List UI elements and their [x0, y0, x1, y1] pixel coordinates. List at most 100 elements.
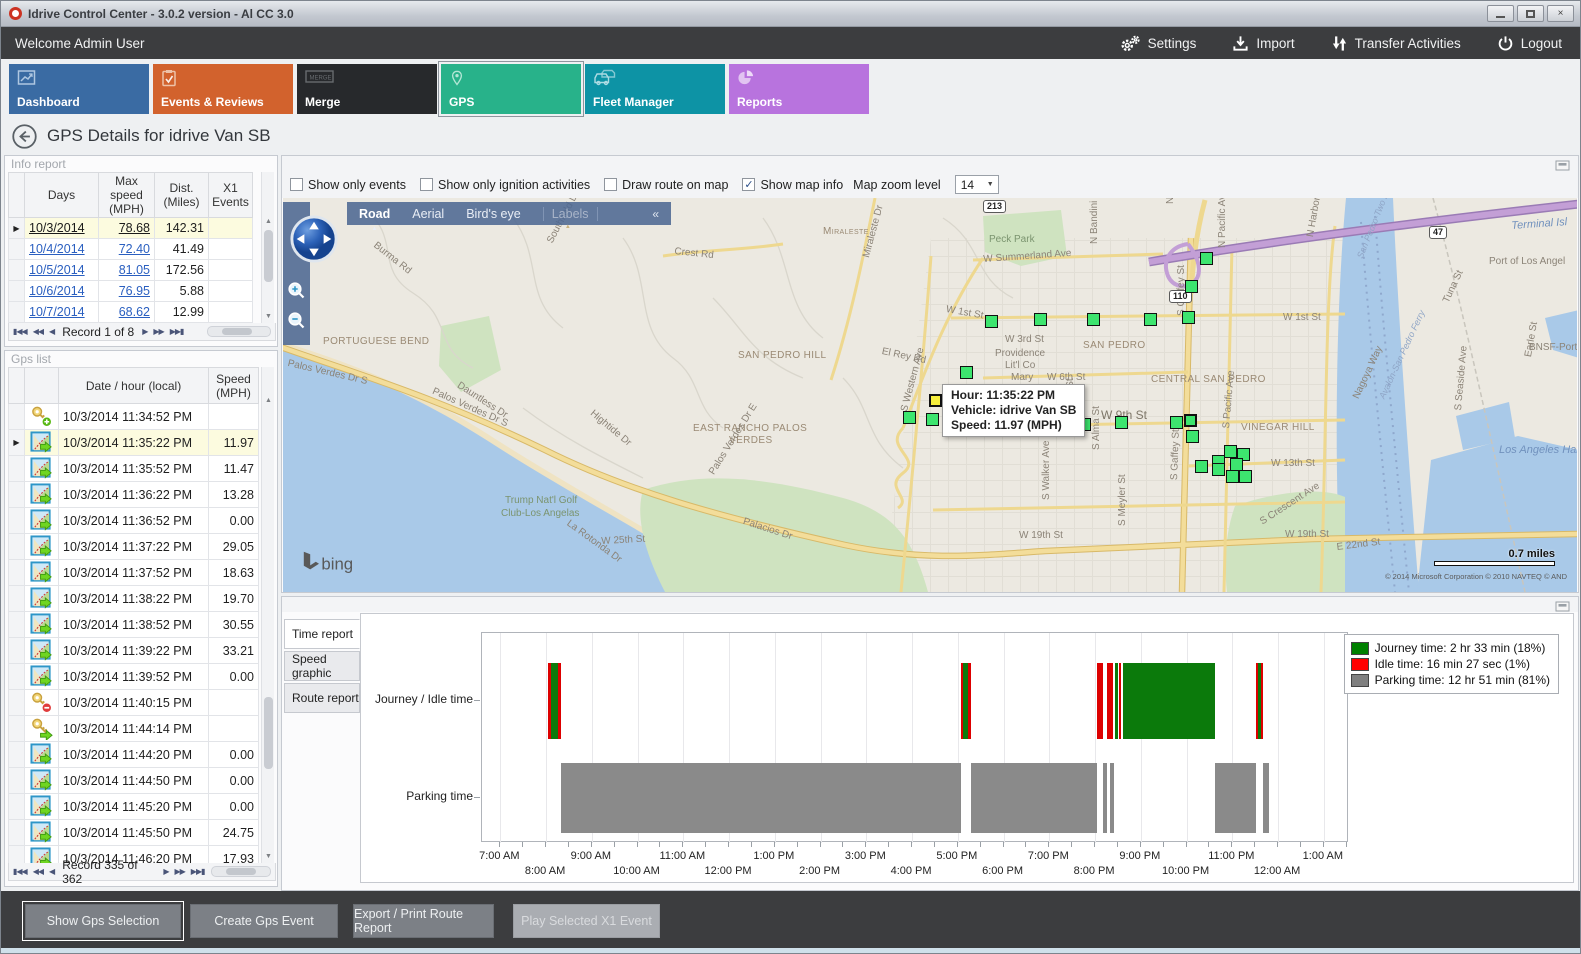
gps-marker[interactable]	[985, 315, 998, 328]
nav-tile[interactable]: Events & Reviews	[153, 64, 293, 114]
nav-tile[interactable]: Reports	[729, 64, 869, 114]
gps-marker[interactable]	[903, 411, 916, 424]
top-action-button[interactable]: Import	[1232, 35, 1294, 52]
col-datetime[interactable]: Date / hour (local)	[59, 368, 209, 404]
gps-list-row[interactable]: 10/3/2014 11:38:52 PM 30.55	[9, 612, 259, 638]
gps-marker[interactable]	[1087, 313, 1100, 326]
gps-list-row[interactable]: 10/3/2014 11:39:52 PM 0.00	[9, 664, 259, 690]
zoom-in-button[interactable]	[286, 280, 307, 301]
gps-list-row[interactable]: 10/3/2014 11:37:22 PM 29.05	[9, 534, 259, 560]
info-report-row[interactable]: 10/5/2014 81.05 172.56	[9, 260, 253, 281]
gps-marker[interactable]	[1212, 463, 1225, 476]
info-report-row[interactable]: 10/6/2014 76.95 5.88	[9, 281, 253, 302]
col-speed[interactable]: Speed (MPH)	[209, 368, 259, 404]
checkbox-box[interactable]	[290, 178, 303, 191]
gps-marker[interactable]	[1034, 313, 1047, 326]
gps-list-hscrollbar[interactable]	[211, 866, 271, 877]
gps-marker[interactable]	[1184, 414, 1197, 427]
gps-marker[interactable]	[1195, 460, 1208, 473]
day-link[interactable]: 10/4/2014	[29, 242, 85, 256]
gps-marker[interactable]	[1144, 313, 1157, 326]
gps-list-row[interactable]: 10/3/2014 11:39:22 PM 33.21	[9, 638, 259, 664]
close-button[interactable]: ×	[1547, 5, 1574, 22]
gps-marker[interactable]	[1170, 416, 1183, 429]
gps-marker[interactable]	[1182, 311, 1195, 324]
day-link[interactable]: 10/6/2014	[29, 284, 85, 298]
gps-marker[interactable]	[1239, 470, 1252, 483]
max-speed-link[interactable]: 68.62	[119, 305, 150, 319]
gps-marker[interactable]	[1185, 280, 1198, 293]
footer-button[interactable]: Export / Print Route Report	[353, 904, 494, 938]
map-canvas[interactable]: Burma RdSouthfield DrCrest RdMiralesteMi…	[283, 198, 1577, 592]
checkbox-box[interactable]	[742, 178, 755, 191]
map-option-checkbox[interactable]: Show only ignition activities	[420, 178, 590, 192]
gps-list-row[interactable]: 10/3/2014 11:34:52 PM	[9, 404, 259, 430]
collapse-chart-panel-button[interactable]	[1555, 599, 1570, 610]
gps-list-row[interactable]: 10/3/2014 11:36:22 PM 13.28	[9, 482, 259, 508]
info-report-scrollbar[interactable]: ▲▼	[261, 172, 274, 323]
max-speed-link[interactable]: 81.05	[119, 263, 150, 277]
gps-marker[interactable]	[1224, 445, 1237, 458]
checkbox-box[interactable]	[420, 178, 433, 191]
top-action-button[interactable]: Settings	[1119, 34, 1197, 53]
max-speed-link[interactable]: 72.40	[119, 242, 150, 256]
gps-list-row[interactable]: 10/3/2014 11:44:50 PM 0.00	[9, 768, 259, 794]
gps-list-row[interactable]: 10/3/2014 11:44:20 PM 0.00	[9, 742, 259, 768]
col-x1-events[interactable]: X1 Events	[209, 173, 253, 218]
footer-button[interactable]: Play Selected X1 Event	[513, 904, 660, 938]
zoom-out-button[interactable]	[286, 310, 307, 331]
gps-list-row[interactable]: 10/3/2014 11:35:52 PM 11.47	[9, 456, 259, 482]
map-option-checkbox[interactable]: Draw route on map	[604, 178, 728, 192]
map-zoom-select[interactable]: 14 ▼	[955, 175, 999, 194]
col-max-speed[interactable]: Max speed (MPH)	[99, 173, 155, 218]
chart-tab[interactable]: Speed graphic	[284, 651, 360, 681]
map-style-tab[interactable]: Bird's eye	[466, 207, 521, 221]
chart-tab[interactable]: Route report	[284, 683, 360, 713]
gps-marker[interactable]	[926, 413, 939, 426]
gps-marker[interactable]	[929, 394, 942, 407]
max-speed-link[interactable]: 78.68	[119, 221, 150, 235]
footer-button[interactable]: Show Gps Selection	[25, 904, 181, 938]
info-report-row[interactable]: ▶ 10/3/2014 78.68 142.31	[9, 218, 253, 239]
day-link[interactable]: 10/3/2014	[29, 221, 85, 235]
map-option-checkbox[interactable]: Show only events	[290, 178, 406, 192]
maximize-button[interactable]	[1517, 5, 1544, 22]
gps-list-pager[interactable]: ▮◀◀◀◀◀ Record 335 of 362 ▶▶▶▶▶▮	[8, 863, 276, 881]
footer-button[interactable]: Create Gps Event	[190, 904, 338, 938]
nav-tile[interactable]: MERGE Merge	[297, 64, 437, 114]
gps-list-row[interactable]: 10/3/2014 11:37:52 PM 18.63	[9, 560, 259, 586]
compass-control[interactable]	[289, 214, 339, 269]
chart-tab[interactable]: Time report	[284, 619, 360, 649]
map-option-checkbox[interactable]: Show map info	[742, 178, 843, 192]
gps-list-row[interactable]: 10/3/2014 11:36:52 PM 0.00	[9, 508, 259, 534]
map-style-tab[interactable]: Aerial	[412, 207, 444, 221]
gps-list-scrollbar[interactable]: ▲▼	[261, 367, 274, 863]
gps-marker[interactable]	[1226, 470, 1239, 483]
gps-marker[interactable]	[1200, 252, 1213, 265]
gps-list-row[interactable]: 10/3/2014 11:44:14 PM	[9, 716, 259, 742]
back-button[interactable]	[11, 123, 38, 150]
navbar-collapse-icon[interactable]: «	[652, 207, 659, 221]
day-link[interactable]: 10/5/2014	[29, 263, 85, 277]
day-link[interactable]: 10/7/2014	[29, 305, 85, 319]
gps-list-row[interactable]: 10/3/2014 11:40:15 PM	[9, 690, 259, 716]
col-dist[interactable]: Dist. (Miles)	[155, 173, 209, 218]
collapse-map-panel-button[interactable]	[1555, 158, 1570, 169]
col-days[interactable]: Days	[25, 173, 99, 218]
map-style-tab[interactable]: Road	[359, 207, 390, 221]
gps-list-row[interactable]: ▶ 10/3/2014 11:35:22 PM 11.97	[9, 430, 259, 456]
top-action-button[interactable]: Logout	[1497, 35, 1562, 52]
info-report-pager[interactable]: ▮◀◀◀◀◀ Record 1 of 8 ▶▶▶▶▶▮	[8, 323, 276, 341]
nav-tile[interactable]: Fleet Manager	[585, 64, 725, 114]
nav-tile[interactable]: GPS	[441, 64, 581, 114]
gps-list-row[interactable]: 10/3/2014 11:45:50 PM 24.75	[9, 820, 259, 846]
info-report-hscrollbar[interactable]	[207, 326, 271, 337]
nav-tile[interactable]: Dashboard	[9, 64, 149, 114]
gps-list-row[interactable]: 10/3/2014 11:45:20 PM 0.00	[9, 794, 259, 820]
info-report-row[interactable]: 10/7/2014 68.62 12.99	[9, 302, 253, 323]
gps-list-row[interactable]: 10/3/2014 11:38:22 PM 19.70	[9, 586, 259, 612]
gps-marker[interactable]	[1186, 430, 1199, 443]
gps-marker[interactable]	[960, 366, 973, 379]
minimize-button[interactable]	[1487, 5, 1514, 22]
checkbox-box[interactable]	[604, 178, 617, 191]
